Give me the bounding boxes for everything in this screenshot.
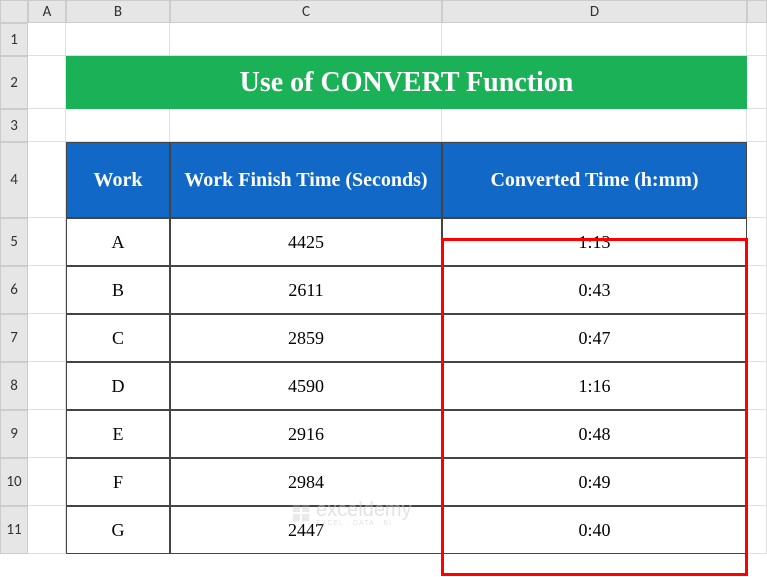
table-cell-work-2[interactable]: C (66, 314, 170, 362)
row-header-8[interactable]: 8 (0, 362, 28, 410)
table-cell-seconds-1[interactable]: 2611 (170, 266, 442, 314)
table-cell-work-3[interactable]: D (66, 362, 170, 410)
table-cell-converted-4[interactable]: 0:48 (442, 410, 747, 458)
column-header-blank (747, 0, 767, 23)
cell-a10[interactable] (28, 458, 66, 506)
table-cell-converted-5[interactable]: 0:49 (442, 458, 747, 506)
cell-d1[interactable] (442, 23, 747, 56)
watermark-icon (290, 502, 312, 524)
table-header-converted[interactable]: Converted Time (h:mm) (442, 142, 747, 218)
table-cell-converted-6[interactable]: 0:40 (442, 506, 747, 554)
row-header-1[interactable]: 1 (0, 23, 28, 56)
table-cell-work-5[interactable]: F (66, 458, 170, 506)
cell-blank-3 (747, 109, 767, 142)
row-header-3[interactable]: 3 (0, 109, 28, 142)
cell-a7[interactable] (28, 314, 66, 362)
column-header-c[interactable]: C (170, 0, 442, 23)
table-cell-converted-2[interactable]: 0:47 (442, 314, 747, 362)
column-header-a[interactable]: A (28, 0, 66, 23)
table-cell-converted-0[interactable]: 1:13 (442, 218, 747, 266)
cell-a2[interactable] (28, 56, 66, 109)
cell-blank-7 (747, 314, 767, 362)
cell-a8[interactable] (28, 362, 66, 410)
cell-a4[interactable] (28, 142, 66, 218)
cell-blank-11 (747, 506, 767, 554)
cell-blank-1 (747, 23, 767, 56)
row-header-7[interactable]: 7 (0, 314, 28, 362)
cell-a6[interactable] (28, 266, 66, 314)
select-all-corner[interactable] (0, 0, 28, 23)
table-header-work[interactable]: Work (66, 142, 170, 218)
column-header-b[interactable]: B (66, 0, 170, 23)
row-header-5[interactable]: 5 (0, 218, 28, 266)
row-header-2[interactable]: 2 (0, 56, 28, 109)
table-cell-seconds-4[interactable]: 2916 (170, 410, 442, 458)
row-header-9[interactable]: 9 (0, 410, 28, 458)
cell-a1[interactable] (28, 23, 66, 56)
cell-b3[interactable] (66, 109, 170, 142)
row-header-10[interactable]: 10 (0, 458, 28, 506)
cell-blank-4 (747, 142, 767, 218)
table-cell-work-4[interactable]: E (66, 410, 170, 458)
cell-a3[interactable] (28, 109, 66, 142)
watermark-tagline: EXCEL · DATA · BI (316, 520, 412, 527)
cell-a11[interactable] (28, 506, 66, 554)
watermark: exceldemy EXCEL · DATA · BI (290, 499, 412, 527)
table-cell-work-1[interactable]: B (66, 266, 170, 314)
table-cell-converted-3[interactable]: 1:16 (442, 362, 747, 410)
cell-d3[interactable] (442, 109, 747, 142)
table-cell-seconds-0[interactable]: 4425 (170, 218, 442, 266)
row-header-11[interactable]: 11 (0, 506, 28, 554)
cell-blank-8 (747, 362, 767, 410)
cell-b1[interactable] (66, 23, 170, 56)
cell-a5[interactable] (28, 218, 66, 266)
table-cell-work-6[interactable]: G (66, 506, 170, 554)
row-header-4[interactable]: 4 (0, 142, 28, 218)
row-header-6[interactable]: 6 (0, 266, 28, 314)
cell-blank-2 (747, 56, 767, 109)
table-cell-seconds-2[interactable]: 2859 (170, 314, 442, 362)
table-cell-converted-1[interactable]: 0:43 (442, 266, 747, 314)
table-header-seconds[interactable]: Work Finish Time (Seconds) (170, 142, 442, 218)
cell-blank-6 (747, 266, 767, 314)
cell-blank-5 (747, 218, 767, 266)
cell-a9[interactable] (28, 410, 66, 458)
table-cell-seconds-3[interactable]: 4590 (170, 362, 442, 410)
cell-blank-10 (747, 458, 767, 506)
spreadsheet-grid: A B C D 1 2 Use of CONVERT Function 3 4 … (0, 0, 767, 554)
cell-c3[interactable] (170, 109, 442, 142)
cell-blank-9 (747, 410, 767, 458)
cell-c1[interactable] (170, 23, 442, 56)
page-title[interactable]: Use of CONVERT Function (66, 56, 747, 109)
column-header-d[interactable]: D (442, 0, 747, 23)
watermark-brand: exceldemy (316, 499, 412, 521)
table-cell-work-0[interactable]: A (66, 218, 170, 266)
